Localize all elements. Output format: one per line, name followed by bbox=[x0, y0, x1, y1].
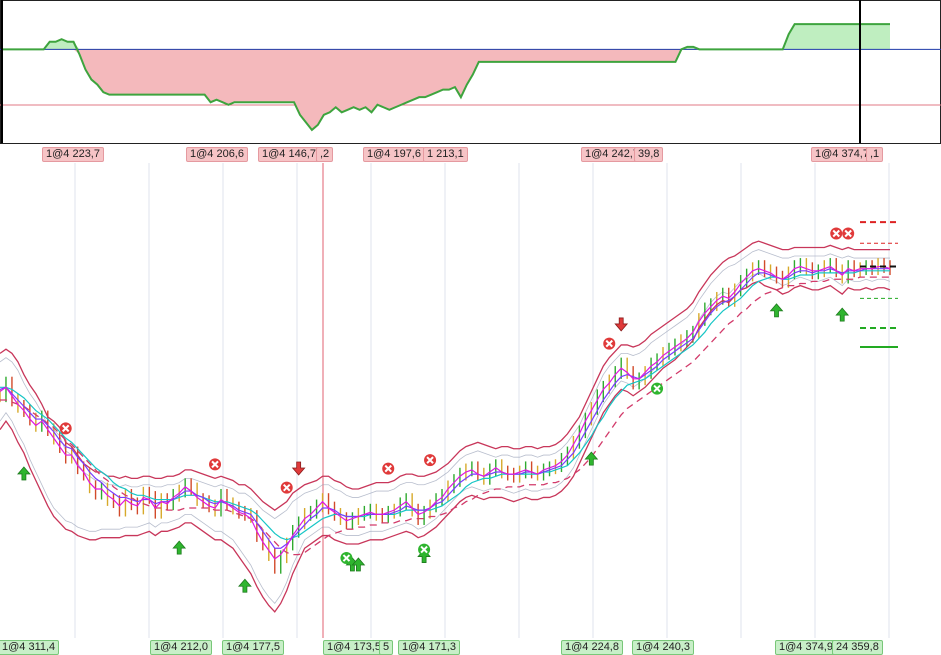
trade-label: 1@4 212,0 bbox=[150, 640, 212, 655]
sell-exit-marker bbox=[842, 227, 855, 240]
sell-exit-marker bbox=[280, 481, 293, 494]
trade-label: 1@4 374,7 bbox=[811, 147, 873, 162]
buy-exit-marker bbox=[651, 382, 664, 395]
sell-exit-marker bbox=[424, 454, 437, 467]
trade-label: 1@4 374,9 bbox=[775, 640, 837, 655]
price-chart-panel bbox=[0, 163, 898, 638]
buy-exit-marker bbox=[418, 543, 431, 556]
sell-exit-marker bbox=[603, 337, 616, 350]
trade-label: 1@4 146,7 bbox=[258, 147, 320, 162]
trade-label: 39,8 bbox=[634, 147, 664, 162]
trade-label: 24 359,8 bbox=[832, 640, 883, 655]
sell-exit-marker bbox=[382, 462, 395, 475]
sell-entry-arrow bbox=[614, 317, 629, 332]
trade-label: 1@4 206,6 bbox=[186, 147, 248, 162]
sell-exit-marker bbox=[830, 227, 843, 240]
trade-label: ,2 bbox=[316, 147, 334, 162]
buy-entry-arrow bbox=[769, 303, 784, 318]
sell-exit-marker bbox=[59, 422, 72, 435]
trade-label: 1@4 223,7 bbox=[42, 147, 104, 162]
buy-entry-arrow bbox=[238, 578, 252, 593]
trade-label: 1@4 224,8 bbox=[561, 640, 623, 655]
sell-exit-marker bbox=[209, 458, 222, 471]
trade-label: ,1 bbox=[866, 147, 884, 162]
trade-label: 1@4 197,6 bbox=[363, 147, 425, 162]
trading-chart-window: 1@4 223,7 1@4 206,6 1@4 146,7 ,2 1@4 197… bbox=[0, 0, 941, 655]
buy-entry-arrow bbox=[17, 466, 31, 481]
buy-entry-arrow bbox=[584, 451, 599, 466]
equity-curve-panel bbox=[0, 0, 941, 144]
trade-label: 1@4 177,5 bbox=[222, 640, 284, 655]
buy-exit-marker bbox=[340, 552, 353, 565]
buy-entry-arrow bbox=[835, 307, 850, 322]
trade-label: 1 213,1 bbox=[423, 147, 468, 162]
buy-entry-arrow bbox=[172, 540, 187, 555]
sell-entry-arrow bbox=[291, 461, 306, 476]
trade-label: 5 bbox=[379, 640, 394, 655]
trade-label: 1@4 240,3 bbox=[632, 640, 694, 655]
trade-label: 1@4 171,3 bbox=[398, 640, 460, 655]
trade-label: 1@4 311,4 bbox=[0, 640, 60, 655]
trade-label: 1@4 173,5 bbox=[323, 640, 385, 655]
